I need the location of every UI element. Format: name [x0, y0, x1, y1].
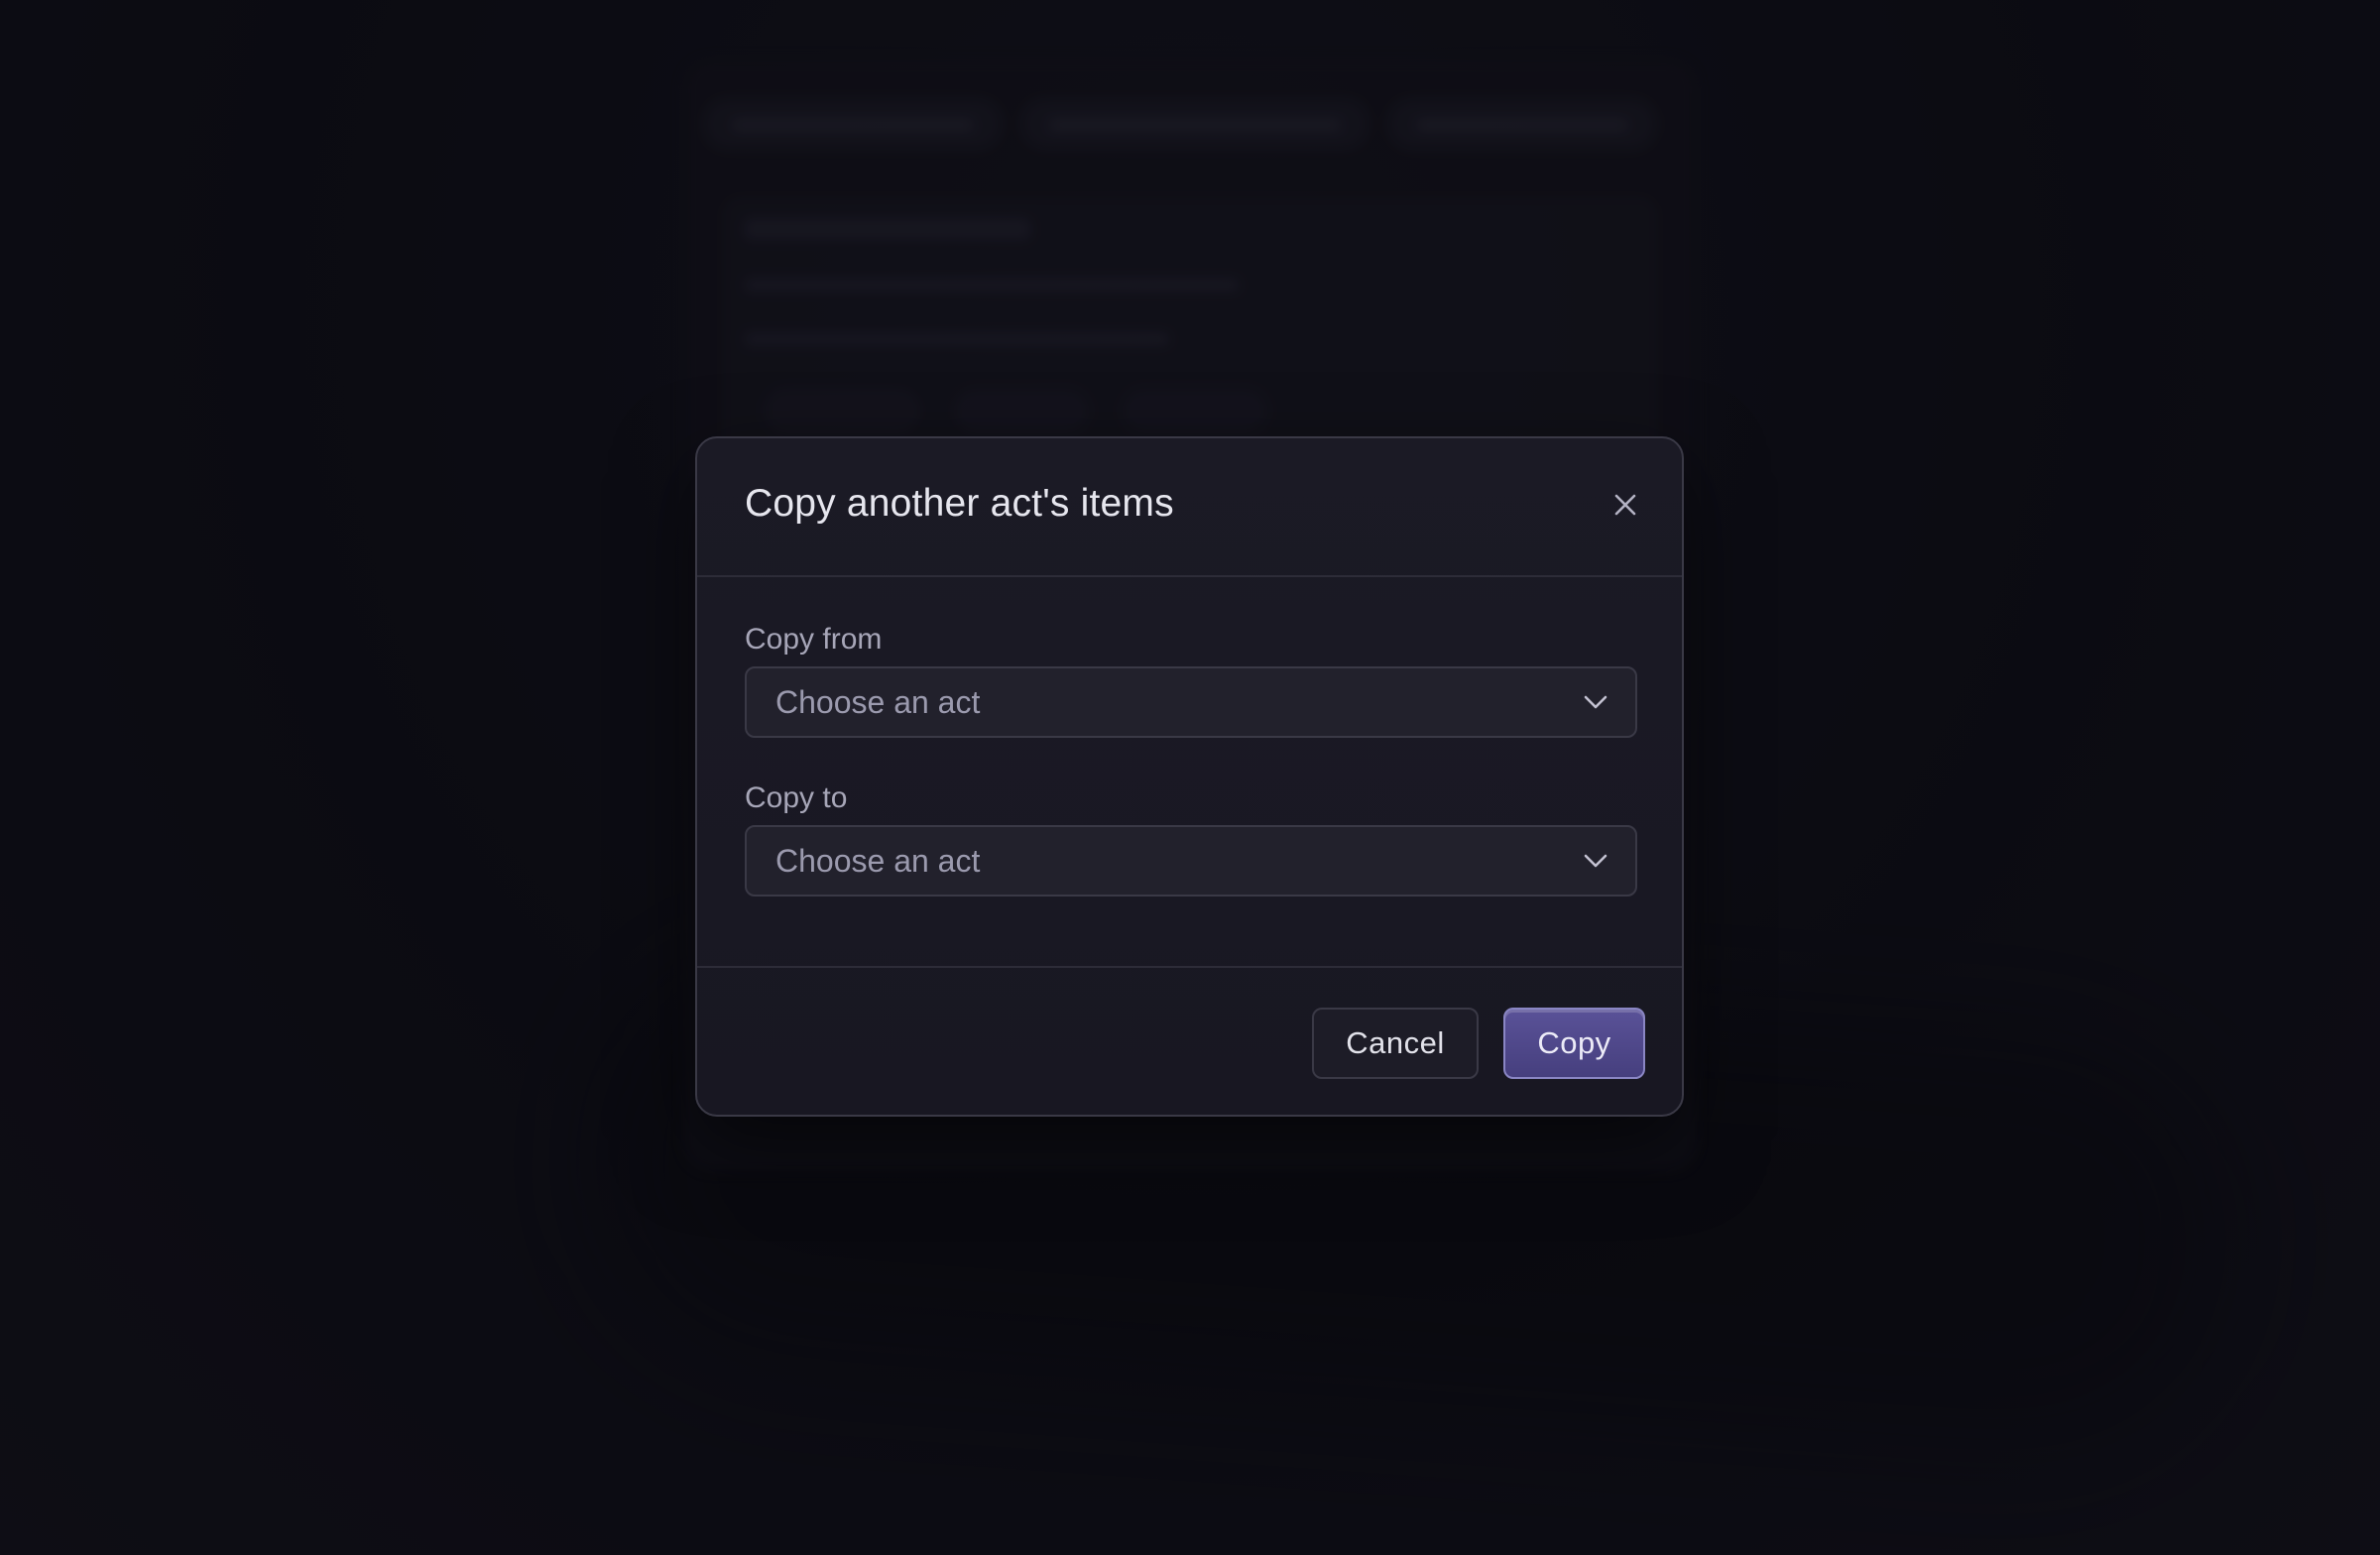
close-icon — [1613, 493, 1637, 517]
dialog-body: Copy from Choose an act Copy to Choose a… — [745, 575, 1637, 966]
copy-items-dialog: Copy another act's items Copy from Choos… — [695, 436, 1684, 1117]
copy-to-label: Copy to — [745, 781, 848, 814]
chevron-down-icon — [1584, 853, 1607, 874]
dialog-title: Copy another act's items — [745, 482, 1174, 525]
copy-button[interactable]: Copy — [1503, 1008, 1645, 1079]
close-button[interactable] — [1608, 488, 1642, 522]
dialog-header: Copy another act's items — [697, 438, 1682, 577]
chevron-down-icon — [1584, 694, 1607, 715]
copy-from-placeholder: Choose an act — [775, 684, 981, 720]
dialog-footer: Cancel Copy — [697, 966, 1682, 1115]
copy-to-select[interactable]: Choose an act — [745, 825, 1637, 897]
copy-from-select[interactable]: Choose an act — [745, 666, 1637, 738]
copy-from-label: Copy from — [745, 623, 883, 656]
cancel-button[interactable]: Cancel — [1312, 1008, 1479, 1079]
copy-to-placeholder: Choose an act — [775, 843, 981, 879]
